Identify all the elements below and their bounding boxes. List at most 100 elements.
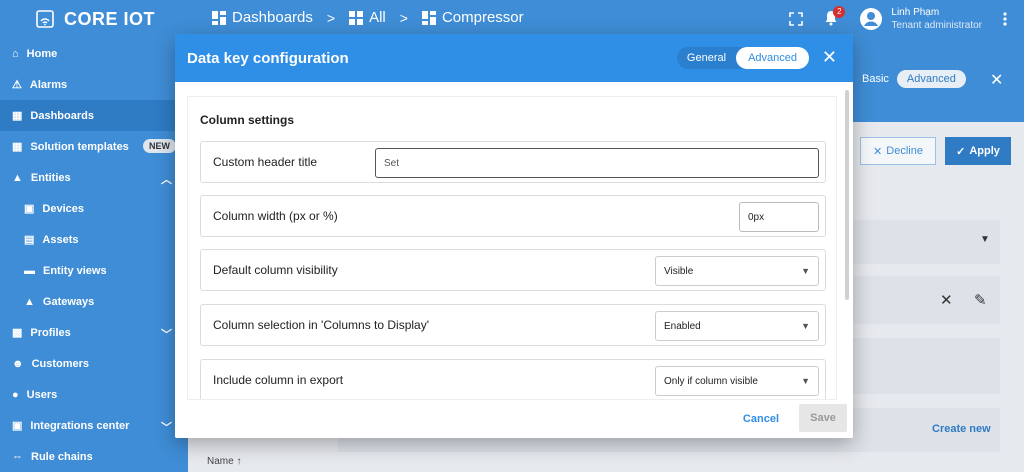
entity-views-icon: ▬ bbox=[24, 264, 35, 277]
dashboard-icon: ▦ bbox=[12, 110, 23, 122]
save-button[interactable]: Save bbox=[799, 404, 847, 432]
user-info: Linh Phạm Tenant administrator bbox=[891, 6, 982, 32]
include-export-select[interactable]: Only if column visible ▼ bbox=[655, 366, 819, 396]
dialog-body: Column settings Custom header title Set … bbox=[187, 96, 837, 400]
sidebar-item-label: Alarms bbox=[29, 78, 68, 91]
row-label: Column selection in 'Columns to Display' bbox=[213, 318, 430, 332]
gateways-icon: ▲ bbox=[24, 295, 35, 308]
dropdown-arrow-icon: ▼ bbox=[801, 376, 810, 386]
user-name: Linh Phạm bbox=[891, 7, 940, 18]
dialog-title: Data key configuration bbox=[187, 49, 349, 67]
sidebar-item-label: Users bbox=[26, 388, 58, 401]
devices-icon: ▣ bbox=[24, 203, 35, 215]
sidebar-item-label: Entity views bbox=[43, 264, 107, 277]
logo[interactable]: CORE IOT bbox=[34, 8, 155, 30]
tab-advanced[interactable]: Advanced bbox=[736, 47, 809, 69]
decline-label: Decline bbox=[886, 145, 923, 157]
close-icon[interactable]: ✕ bbox=[822, 48, 837, 66]
breadcrumb-dashboards[interactable]: Dashboards bbox=[212, 9, 313, 26]
chevron-down-icon: ﹀ bbox=[161, 329, 172, 341]
row-label: Custom header title bbox=[213, 155, 318, 169]
sidebar-item-label: Devices bbox=[42, 202, 84, 215]
custom-header-title-input[interactable]: Set bbox=[375, 148, 819, 178]
breadcrumb-label: All bbox=[369, 9, 386, 26]
sidebar-item-rule-chains[interactable]: ⇔ Rule chains bbox=[0, 441, 188, 472]
tab-general[interactable]: General bbox=[677, 47, 736, 69]
rule-chains-icon: ⇔ bbox=[12, 450, 23, 463]
row-label: Default column visibility bbox=[213, 263, 338, 277]
sidebar-item-alarms[interactable]: ⚠ Alarms bbox=[0, 69, 188, 100]
notifications-button[interactable]: 2 bbox=[823, 5, 846, 29]
user-role: Tenant administrator bbox=[891, 20, 982, 31]
select-value: Visible bbox=[664, 265, 694, 277]
custom-header-title-row: Custom header title Set bbox=[200, 141, 826, 183]
close-icon[interactable]: ✕ bbox=[990, 70, 1003, 90]
columns-to-display-row: Column selection in 'Columns to Display'… bbox=[200, 304, 826, 346]
integrations-icon: ▣ bbox=[12, 420, 23, 432]
sidebar-item-integrations-center[interactable]: ▣ Integrations center ﹀ bbox=[0, 410, 188, 441]
sidebar-item-label: Entities bbox=[30, 171, 71, 184]
column-width-row: Column width (px or %) 0px bbox=[200, 195, 826, 237]
sidebar-item-label: Rule chains bbox=[31, 450, 93, 463]
select-value: Only if column visible bbox=[664, 375, 758, 387]
tab-advanced[interactable]: Advanced bbox=[896, 70, 966, 88]
sidebar-item-assets[interactable]: ▤ Assets bbox=[0, 224, 188, 255]
sidebar-item-gateways[interactable]: ▲ Gateways bbox=[0, 286, 188, 317]
logo-icon bbox=[36, 10, 54, 28]
grid-icon: ▦ bbox=[12, 141, 23, 153]
chevron-down-icon: ﹀ bbox=[161, 422, 172, 434]
chevron-down-icon[interactable]: ▼ bbox=[980, 234, 990, 245]
dialog-footer: Cancel Save bbox=[175, 400, 853, 438]
more-vert-icon[interactable] bbox=[1002, 11, 1008, 27]
sidebar-item-label: Profiles bbox=[30, 326, 71, 339]
sidebar-item-label: Dashboards bbox=[30, 109, 94, 122]
name-column-header[interactable]: Name ↑ bbox=[207, 456, 241, 467]
sidebar-item-label: Home bbox=[26, 47, 58, 60]
sidebar-item-customers[interactable]: ☻ Customers bbox=[0, 348, 188, 379]
create-new-button[interactable]: Create new bbox=[932, 423, 991, 435]
sidebar-item-dashboards[interactable]: ▦ Dashboards bbox=[0, 100, 188, 131]
breadcrumb-separator: > bbox=[326, 9, 336, 26]
sidebar-item-entity-views[interactable]: ▬ Entity views bbox=[0, 255, 188, 286]
sidebar-item-entities[interactable]: ▲ Entities ︿ bbox=[0, 162, 188, 193]
sidebar-item-solution-templates[interactable]: ▦ Solution templates NEW bbox=[0, 131, 188, 162]
check-icon: ✓ bbox=[956, 145, 966, 158]
dashboard-icon bbox=[421, 10, 436, 25]
background-tabs: Basic Advanced bbox=[862, 70, 966, 88]
sidebar-item-users[interactable]: ● Users bbox=[0, 379, 188, 410]
breadcrumb-separator: > bbox=[399, 9, 408, 26]
apply-label: Apply bbox=[969, 145, 1000, 157]
apply-button[interactable]: ✓ Apply bbox=[945, 137, 1011, 165]
fullscreen-icon[interactable] bbox=[789, 12, 804, 26]
dialog-tabs: General Advanced bbox=[676, 47, 809, 69]
users-icon: ● bbox=[12, 388, 19, 401]
sidebar-item-profiles[interactable]: ▩ Profiles ﹀ bbox=[0, 317, 188, 348]
dropdown-arrow-icon: ▼ bbox=[801, 266, 810, 276]
cancel-button[interactable]: Cancel bbox=[735, 409, 787, 429]
sidebar: ⌂ Home ⚠ Alarms ▦ Dashboards ▦ Solution temp… bbox=[0, 38, 188, 472]
breadcrumb-compressor: Compressor bbox=[421, 9, 524, 26]
assets-icon: ▤ bbox=[24, 234, 35, 246]
user-menu[interactable]: Linh Phạm Tenant administrator bbox=[859, 6, 982, 32]
warning-icon: ⚠ bbox=[12, 79, 22, 91]
column-width-input[interactable]: 0px bbox=[739, 202, 819, 232]
breadcrumb-all[interactable]: All bbox=[349, 9, 386, 26]
decline-button[interactable]: ✕ Decline bbox=[860, 137, 936, 165]
sidebar-item-devices[interactable]: ▣ Devices bbox=[0, 193, 188, 224]
edit-icon[interactable]: ✎ bbox=[974, 291, 987, 309]
sidebar-item-label: Integrations center bbox=[30, 419, 130, 432]
close-icon[interactable]: ✕ bbox=[940, 291, 953, 309]
breadcrumb-label: Dashboards bbox=[232, 9, 313, 26]
entities-icon: ▲ bbox=[12, 171, 23, 184]
tab-basic[interactable]: Basic bbox=[862, 73, 889, 85]
sidebar-item-label: Customers bbox=[31, 357, 90, 370]
sidebar-item-home[interactable]: ⌂ Home bbox=[0, 38, 188, 69]
default-visibility-select[interactable]: Visible ▼ bbox=[655, 256, 819, 286]
scrollbar[interactable] bbox=[845, 90, 849, 300]
columns-to-display-select[interactable]: Enabled ▼ bbox=[655, 311, 819, 341]
name-label: Name bbox=[207, 456, 234, 467]
dropdown-arrow-icon: ▼ bbox=[801, 321, 810, 331]
include-export-row: Include column in export Only if column … bbox=[200, 359, 826, 399]
dashboard-icon bbox=[212, 10, 226, 25]
home-icon: ⌂ bbox=[12, 47, 19, 60]
